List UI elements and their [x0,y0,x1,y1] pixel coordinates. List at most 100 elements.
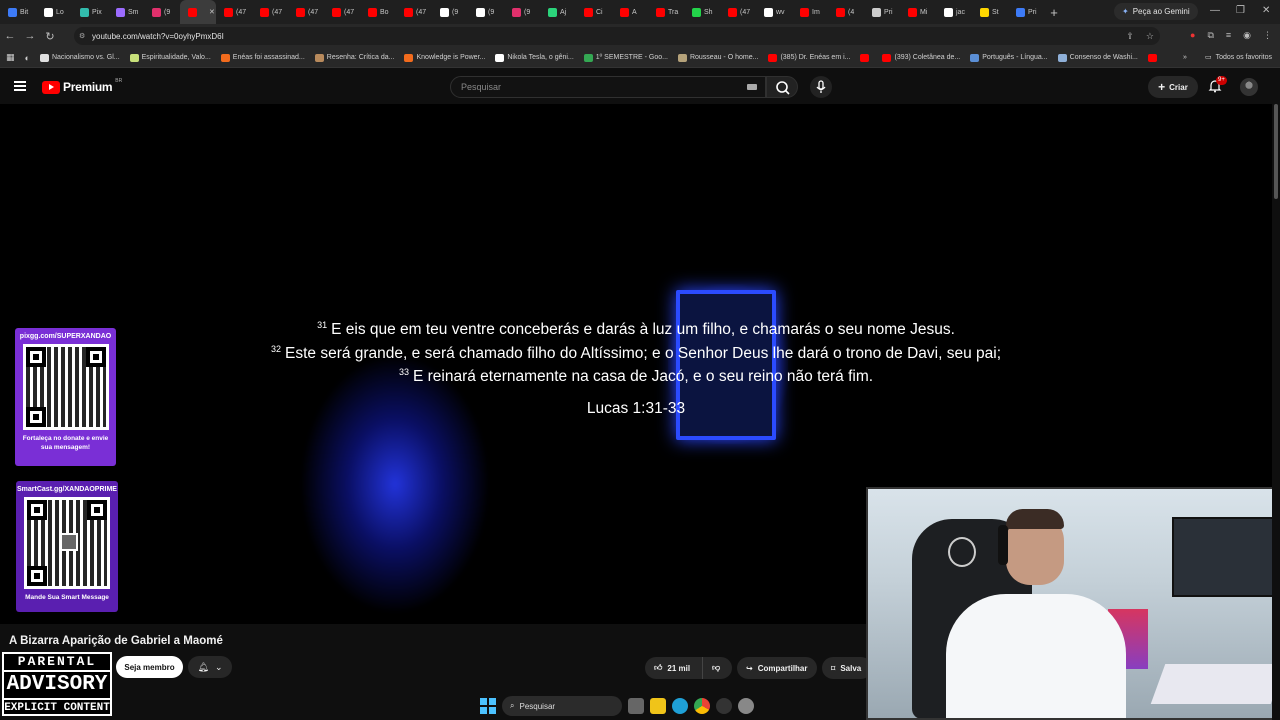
site-info-icon[interactable]: ⚙ [79,32,85,40]
obs-icon[interactable] [716,698,732,714]
create-button[interactable]: + Criar [1148,76,1198,98]
browser-tab[interactable]: Bo [360,0,396,24]
bookmark-item[interactable]: Resenha: Crítica da... [314,53,394,62]
browser-tab[interactable]: Sm [108,0,144,24]
bookmark-item[interactable]: Nacionalismo vs. Gl... [39,53,120,62]
browser-tab[interactable]: wv [756,0,792,24]
browser-tab[interactable]: (47 [288,0,324,24]
bookmark-item[interactable]: Português - Língua... [970,53,1048,62]
bookmark-item[interactable]: Consenso de Washi... [1057,53,1138,62]
bookmark-item[interactable]: Knowledge is Power... [404,53,485,62]
profile-icon[interactable]: ◉ [1243,30,1251,41]
browser-tab[interactable]: Tra [648,0,684,24]
qr-url: pixgg.com/SUPERXANDAO [19,333,112,340]
taskbar-search[interactable]: ⌕ Pesquisar [502,696,622,716]
browser-tab[interactable]: Aj [540,0,576,24]
dislike-button[interactable]: 👎︎ [702,657,732,679]
extension-icon[interactable]: ● [1190,30,1195,41]
task-view-icon[interactable] [628,698,644,714]
install-icon[interactable]: ⇪ [1126,31,1134,42]
browser-tab[interactable]: Pix [72,0,108,24]
browser-tab[interactable]: Pri [864,0,900,24]
bookmark-item[interactable]: Nikola Tesla, o gêni... [495,53,574,62]
tab-favicon-icon [728,7,737,17]
join-member-button[interactable]: Seja membro [116,656,183,678]
gemini-button[interactable]: ✦ Peça ao Gemini [1114,3,1198,20]
tab-favicon-icon [116,7,125,17]
bookmark-item[interactable] [1147,53,1160,62]
browser-tab[interactable]: St [972,0,1008,24]
tab-favicon-icon [872,7,881,17]
file-explorer-icon[interactable] [650,698,666,714]
browser-tab[interactable]: Sh [684,0,720,24]
close-window-icon[interactable]: ✕ [1262,5,1270,16]
windows-taskbar: ⌕ Pesquisar [480,692,800,720]
extensions-icon[interactable]: ⧉ [1207,30,1213,41]
notifications-badge: 9+ [1216,76,1227,85]
headset [998,525,1008,565]
all-favorites-link[interactable]: Todos os favoritos [1216,54,1272,61]
browser-tab[interactable]: Lo [36,0,72,24]
windows-start-icon[interactable] [480,698,496,714]
browser-tab[interactable]: (47 [324,0,360,24]
new-tab-button[interactable]: + [1044,5,1064,20]
browser-tab[interactable]: Pri [1008,0,1044,24]
browser-tab[interactable]: (47 [720,0,756,24]
bookmark-item[interactable]: 1º SEMESTRE - Goo... [583,53,668,62]
bookmark-item[interactable]: (385) Dr. Enéas em i... [768,53,850,62]
apps-icon[interactable]: ▦ [6,52,15,63]
scroll-thumb[interactable] [1274,104,1278,199]
tab-label: Bo [380,8,389,16]
browser-tab[interactable]: (9 [468,0,504,24]
browser-tab[interactable]: Mi [900,0,936,24]
browser-tab[interactable]: (4 [828,0,864,24]
browser-tab[interactable]: (47 [252,0,288,24]
browser-tab[interactable]: (9 [432,0,468,24]
tab-favicon-icon [440,7,449,17]
browser-tab[interactable]: Bit [0,0,36,24]
share-button[interactable]: ↪ Compartilhar [737,657,817,679]
tab-label: Mi [920,8,928,16]
bookmark-item[interactable] [860,53,872,62]
search-input[interactable]: Pesquisar [450,76,766,98]
browser-tab[interactable]: Im [792,0,828,24]
bookmark-item[interactable]: (393) Coletânea de... [882,53,960,62]
bookmark-item[interactable]: Espiritualidade, Valo... [129,53,211,62]
menu-icon[interactable]: ⋮ [1263,30,1272,41]
subscription-bell-button[interactable]: 🔔︎ ⌄ [188,656,232,678]
voice-search-button[interactable] [810,76,832,98]
reload-icon[interactable]: ↻ [40,30,60,43]
browser-tab[interactable]: (47 [216,0,252,24]
keyboard-icon[interactable] [747,84,757,90]
browser-tab[interactable]: (47 [396,0,432,24]
media-icon[interactable]: ≡ [1226,30,1231,41]
maximize-icon[interactable]: ❐ [1236,5,1245,16]
bookmark-item[interactable]: Enéas foi assassinad... [220,53,305,62]
bookmark-item[interactable]: Rousseau - O home... [677,53,758,62]
browser-tab[interactable]: A [612,0,648,24]
browser-tab[interactable]: ✕ [180,0,216,24]
chrome-icon[interactable] [694,698,710,714]
save-button[interactable]: ⌑ Salva [822,657,872,679]
account-avatar[interactable] [1240,78,1258,96]
forward-icon[interactable]: → [20,30,40,42]
bookmark-favicon-icon [495,53,505,62]
menu-hamburger-icon[interactable] [14,81,26,91]
browser-tab[interactable]: (9 [504,0,540,24]
address-bar[interactable]: ⚙ youtube.com/watch?v=0oyhyPmxD6I ⇪ ☆ [74,27,1160,45]
browser-tab[interactable]: (9 [144,0,180,24]
youtube-header: Premium BR Pesquisar + Criar 9+ [0,70,1280,104]
back-icon[interactable]: ← [0,30,20,42]
bookmark-star-icon[interactable]: ☆ [1146,31,1154,42]
browser-tab[interactable]: jac [936,0,972,24]
minimize-icon[interactable]: — [1210,5,1220,16]
like-button[interactable]: 👍︎ 21 mil [645,657,702,679]
youtube-logo[interactable]: Premium BR [42,78,122,94]
shield-icon[interactable]: ◐ [25,53,30,63]
browser-tab[interactable]: Ci [576,0,612,24]
bookmarks-more-icon[interactable]: » [1183,54,1187,61]
search-button[interactable] [766,76,798,98]
settings-icon[interactable] [738,698,754,714]
close-tab-icon[interactable]: ✕ [209,8,215,16]
edge-icon[interactable] [672,698,688,714]
